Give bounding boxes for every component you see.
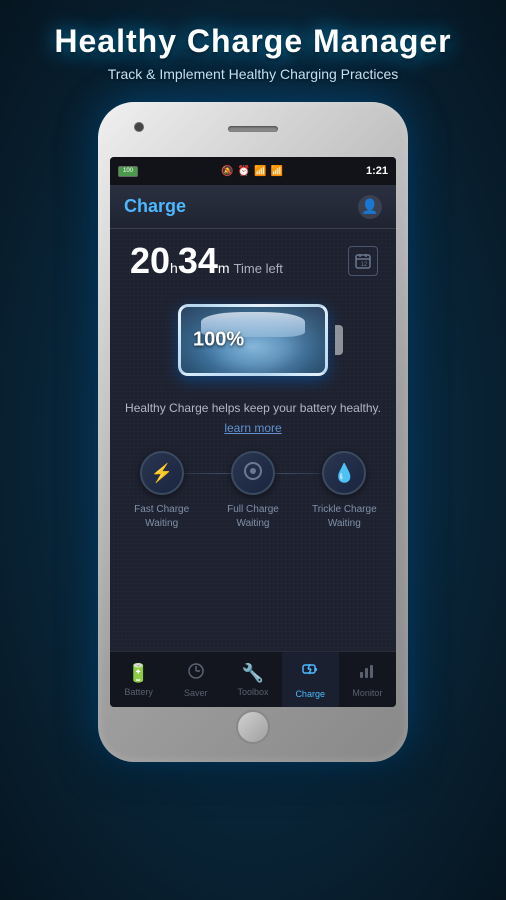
full-charge-circle xyxy=(231,451,275,495)
alarm-icon: ⏰ xyxy=(238,166,250,177)
battery-label: 100 xyxy=(123,168,133,174)
fast-charge-icon: ⚡ xyxy=(150,463,172,484)
phone-camera xyxy=(134,122,144,132)
app-bar-title: Charge xyxy=(124,196,186,217)
healthy-description: Healthy Charge helps keep your battery h… xyxy=(125,399,381,417)
charge-modes: ⚡ Fast Charge Waiting xyxy=(120,451,386,531)
status-icons: 🔕 ⏰ 📶 📶 xyxy=(221,166,283,177)
battery-nav-icon: 🔋 xyxy=(127,663,149,684)
phone-home-button[interactable] xyxy=(236,710,270,744)
monitor-nav-label: Monitor xyxy=(352,688,382,698)
phone-outer: 100 🔕 ⏰ 📶 📶 1:21 Charge 👤 xyxy=(98,102,408,762)
time-hours: 20 xyxy=(130,243,170,279)
nav-battery[interactable]: 🔋 Battery xyxy=(110,652,167,707)
trickle-charge-icon: 💧 xyxy=(333,463,355,484)
time-left-row: 20 h 34 m Time left 12 xyxy=(120,243,386,279)
status-bar: 100 🔕 ⏰ 📶 📶 1:21 xyxy=(110,157,396,185)
header-section: Healthy Charge Manager Track & Implement… xyxy=(0,0,506,92)
wifi-icon: 📶 xyxy=(254,166,266,177)
time-label: Time left xyxy=(234,261,283,276)
charge-nav-label: Charge xyxy=(295,689,325,699)
minutes-unit: m xyxy=(218,260,230,276)
nav-toolbox[interactable]: 🔧 Toolbox xyxy=(224,652,281,707)
mute-icon: 🔕 xyxy=(221,166,233,177)
battery-indicator: 100 xyxy=(118,166,138,177)
phone-wrapper: 100 🔕 ⏰ 📶 📶 1:21 Charge 👤 xyxy=(98,102,408,762)
time-display: 1:21 xyxy=(366,165,388,177)
full-charge-label: Full Charge Waiting xyxy=(215,503,290,531)
trickle-charge-mode[interactable]: 💧 Trickle Charge Waiting xyxy=(307,451,382,531)
fast-charge-label: Fast Charge Waiting xyxy=(124,503,199,531)
phone-screen: 100 🔕 ⏰ 📶 📶 1:21 Charge 👤 xyxy=(110,157,396,707)
nav-charge[interactable]: Charge xyxy=(282,652,339,707)
fast-charge-circle: ⚡ xyxy=(140,451,184,495)
signal-icon: 📶 xyxy=(270,166,282,177)
nav-saver[interactable]: Saver xyxy=(167,652,224,707)
screen-content: 20 h 34 m Time left 12 xyxy=(110,229,396,651)
app-subtitle: Track & Implement Healthy Charging Pract… xyxy=(20,66,486,82)
full-charge-icon xyxy=(242,460,264,487)
battery-percent: 100% xyxy=(193,329,244,352)
user-icon[interactable]: 👤 xyxy=(358,195,382,219)
bottom-nav: 🔋 Battery Saver 🔧 xyxy=(110,651,396,707)
battery-tip xyxy=(335,325,343,355)
charge-nav-icon xyxy=(300,661,320,686)
battery-nav-label: Battery xyxy=(124,687,153,697)
fast-charge-mode[interactable]: ⚡ Fast Charge Waiting xyxy=(124,451,199,531)
trickle-charge-label: Trickle Charge Waiting xyxy=(307,503,382,531)
monitor-nav-icon xyxy=(358,662,376,685)
saver-nav-icon xyxy=(187,662,205,685)
phone-speaker xyxy=(228,126,278,132)
app-bar: Charge 👤 xyxy=(110,185,396,229)
battery-visual: 100% xyxy=(173,295,333,385)
battery-body: 100% xyxy=(178,304,328,376)
time-left-group: 20 h 34 m Time left xyxy=(130,243,283,279)
toolbox-nav-label: Toolbox xyxy=(237,687,268,697)
nav-monitor[interactable]: Monitor xyxy=(339,652,396,707)
trickle-charge-circle: 💧 xyxy=(322,451,366,495)
learn-more-link[interactable]: learn more xyxy=(224,421,281,435)
toolbox-nav-icon: 🔧 xyxy=(242,663,264,684)
app-title: Healthy Charge Manager xyxy=(20,22,486,60)
hours-unit: h xyxy=(170,260,178,276)
time-minutes: 34 xyxy=(178,243,218,279)
saver-nav-label: Saver xyxy=(184,688,208,698)
svg-text:12: 12 xyxy=(361,262,368,268)
full-charge-mode[interactable]: Full Charge Waiting xyxy=(215,451,290,531)
calendar-icon[interactable]: 12 xyxy=(348,246,378,276)
